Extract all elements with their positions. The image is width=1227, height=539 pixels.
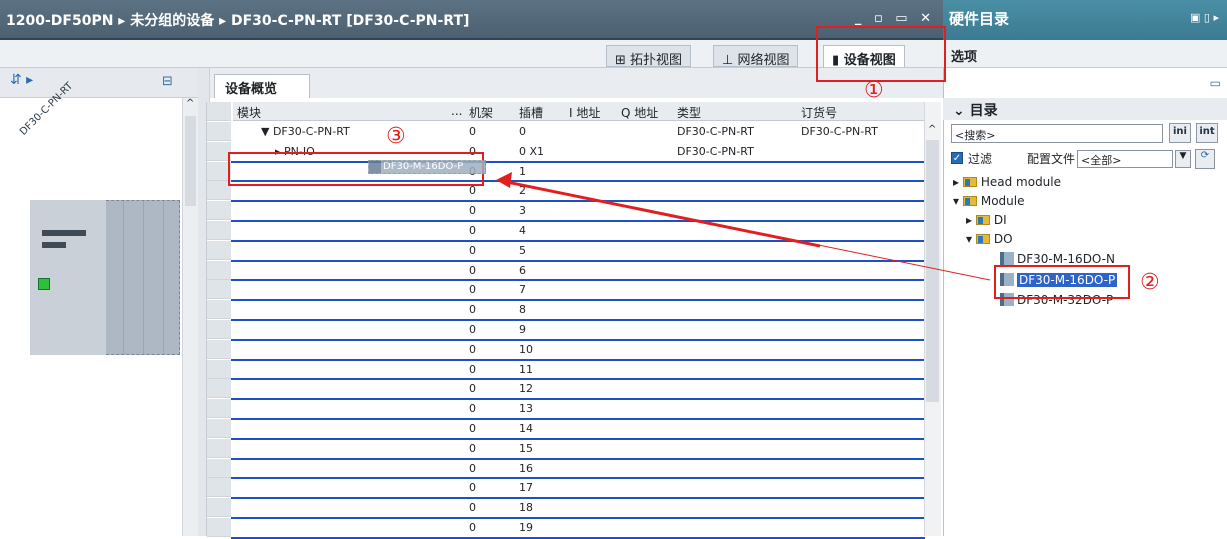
drag-arrow-line (501, 179, 821, 248)
drag-ghost: DF30-M-16DO-P (368, 160, 486, 174)
annotation-step-3: ③ (386, 124, 406, 149)
highlight-device-view (816, 26, 946, 82)
insert-indicator-line (231, 536, 925, 539)
highlight-catalog-item (994, 265, 1130, 299)
annotation-step-2: ② (1140, 270, 1160, 295)
drag-arrow-head (496, 172, 512, 188)
annotation-step-1: ① (864, 78, 884, 103)
